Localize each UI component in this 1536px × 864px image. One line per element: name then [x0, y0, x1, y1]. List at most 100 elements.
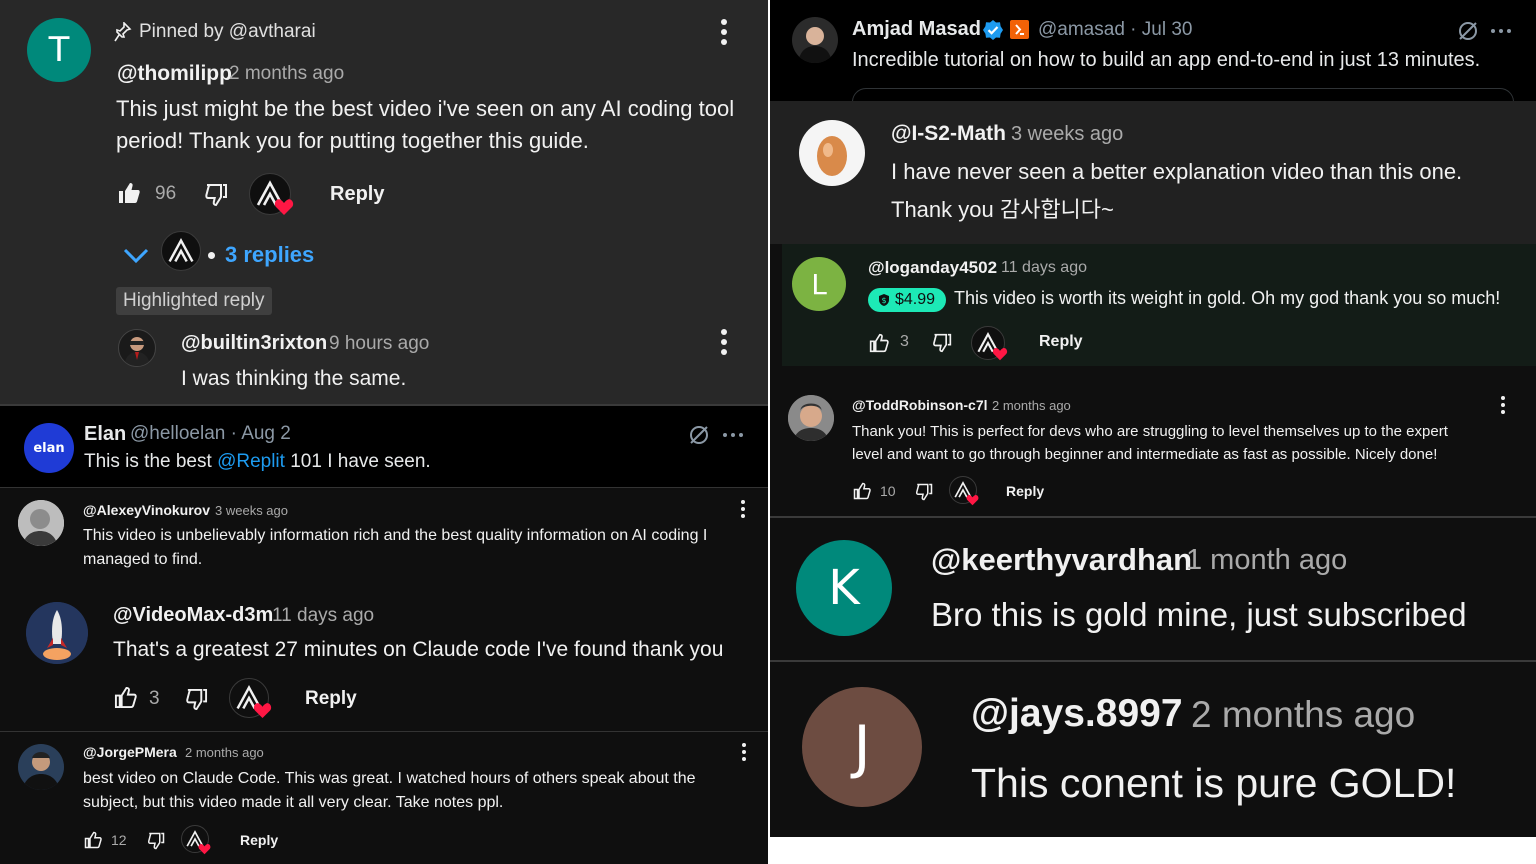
like-icon[interactable] [84, 831, 102, 849]
comment-author[interactable]: @thomilipp [117, 62, 232, 86]
reply-author[interactable]: @builtin3rixton [181, 332, 327, 355]
comment-text: This video is worth its weight in gold. … [954, 288, 1501, 308]
avatar[interactable]: T [27, 18, 91, 82]
comment-text-line2: Thank you 감사합니다~ [891, 197, 1114, 222]
reply-button[interactable]: Reply [330, 183, 384, 206]
avatar[interactable] [18, 744, 64, 790]
affiliate-badge-icon [1010, 20, 1029, 39]
more-options-icon[interactable] [719, 329, 729, 355]
like-icon[interactable] [869, 333, 889, 353]
tweet-handle-date[interactable]: @helloelan · Aug 2 [130, 423, 291, 445]
like-icon[interactable] [853, 482, 871, 500]
comment-panel-keerthy: K @keerthyvardhan 1 month ago Bro this i… [770, 516, 1536, 660]
avatar[interactable]: elan [24, 423, 74, 473]
pin-icon [114, 22, 132, 42]
like-count: 3 [900, 333, 909, 350]
reply-button[interactable]: Reply [240, 832, 278, 848]
comment-time[interactable]: 2 months ago [185, 745, 264, 760]
comment-author[interactable]: @I-S2-Math [891, 122, 1006, 146]
comment-author[interactable]: @JorgePMera [83, 744, 177, 760]
avatar[interactable] [788, 395, 834, 441]
comment-time[interactable]: 11 days ago [1001, 259, 1087, 277]
comment-author[interactable]: @AlexeyVinokurov [83, 502, 210, 518]
reply-button[interactable]: Reply [305, 688, 357, 710]
reply-time[interactable]: 9 hours ago [329, 333, 429, 355]
like-count: 10 [880, 483, 896, 499]
avatar-letter: K [828, 560, 860, 616]
dislike-icon[interactable] [932, 333, 952, 353]
tweet-author-name[interactable]: Amjad Masad [852, 18, 981, 41]
comment-author[interactable]: @jays.8997 [971, 692, 1183, 736]
reply-text: I was thinking the same. [181, 367, 407, 390]
comment-author[interactable]: @VideoMax-d3m [113, 604, 273, 627]
comment-author[interactable]: @keerthyvardhan [931, 542, 1192, 578]
comment-author[interactable]: @ToddRobinson-c7l [852, 397, 988, 413]
avatar[interactable]: J [802, 687, 922, 807]
grok-icon[interactable] [1457, 20, 1479, 42]
money-icon: $ [877, 293, 891, 307]
comment-author[interactable]: @loganday4502 [868, 258, 997, 278]
creator-heart-avatar[interactable] [971, 326, 1008, 361]
comment-time[interactable]: 2 months ago [992, 398, 1071, 413]
highlighted-reply-badge: Highlighted reply [116, 287, 272, 315]
separator-dot [208, 252, 215, 259]
comment-time[interactable]: 2 months ago [229, 63, 344, 85]
tweet-panel-helloelan: elan Elan @helloelan · Aug 2 This is the… [0, 404, 768, 487]
creator-heart-avatar[interactable] [229, 678, 272, 719]
tweet-text-after: 101 I have seen. [284, 451, 431, 472]
comment-text-line1: best video on Claude Code. This was grea… [83, 770, 696, 787]
like-icon[interactable] [114, 686, 137, 709]
verified-badge-icon [982, 19, 1004, 41]
like-filled-icon[interactable] [117, 181, 141, 205]
comment-time[interactable]: 11 days ago [272, 605, 374, 627]
like-count: 3 [149, 688, 160, 709]
avatar[interactable] [18, 500, 64, 546]
superchat-amount-badge: $ $4.99 [868, 288, 946, 312]
dislike-icon[interactable] [185, 688, 208, 711]
comment-time[interactable]: 2 months ago [1191, 694, 1415, 736]
avatar-letter: J [853, 713, 871, 781]
avatar[interactable] [799, 120, 865, 186]
avatar[interactable]: L [792, 257, 846, 311]
comment-time[interactable]: 1 month ago [1186, 544, 1347, 577]
tweet-text: Incredible tutorial on how to build an a… [852, 49, 1481, 71]
dislike-icon[interactable] [204, 183, 228, 207]
dislike-icon[interactable] [915, 483, 933, 501]
more-options-icon[interactable] [1499, 396, 1507, 414]
comment-panel-jays: J @jays.8997 2 months ago This conent is… [770, 660, 1536, 837]
comment-text: Bro this is gold mine, just subscribed [931, 596, 1467, 633]
like-count: 96 [155, 183, 177, 204]
comment-text-line1: I have never seen a better explanation v… [891, 159, 1463, 184]
creator-heart-avatar[interactable] [181, 825, 211, 855]
comment-panel-toddrobinson: @ToddRobinson-c7l 2 months ago Thank you… [770, 366, 1536, 516]
more-options-icon[interactable] [723, 432, 743, 437]
avatar[interactable] [26, 602, 88, 664]
avatar[interactable] [792, 17, 838, 63]
chevron-down-icon[interactable] [123, 248, 149, 264]
more-options-icon[interactable] [740, 743, 748, 761]
avatar[interactable]: K [796, 540, 892, 636]
heart-icon [253, 703, 272, 719]
superchat-amount: $4.99 [895, 291, 936, 308]
comment-time[interactable]: 3 weeks ago [1011, 123, 1123, 146]
heart-icon [966, 494, 979, 506]
dislike-icon[interactable] [147, 832, 165, 850]
comment-text: That's a greatest 27 minutes on Claude c… [113, 638, 724, 661]
more-options-icon[interactable] [739, 500, 747, 518]
more-options-icon[interactable] [1491, 28, 1511, 33]
comment-time[interactable]: 3 weeks ago [215, 503, 288, 518]
reply-avatar[interactable] [118, 329, 156, 367]
avatar-letter: L [811, 267, 827, 301]
creator-heart-avatar[interactable] [249, 173, 294, 215]
grok-icon[interactable] [688, 424, 710, 446]
mention-link[interactable]: @Replit [217, 451, 285, 472]
more-options-icon[interactable] [719, 19, 729, 45]
reply-button[interactable]: Reply [1006, 483, 1044, 499]
view-replies-button[interactable]: 3 replies [225, 242, 314, 268]
tweet-author-name[interactable]: Elan [84, 423, 126, 446]
comment-text-line2: managed to find. [83, 551, 203, 568]
creator-heart-avatar[interactable] [949, 476, 979, 506]
comment-text-line1: Thank you! This is perfect for devs who … [852, 423, 1448, 440]
tweet-handle-date[interactable]: @amasad · Jul 30 [1038, 19, 1192, 41]
reply-button[interactable]: Reply [1039, 333, 1083, 351]
